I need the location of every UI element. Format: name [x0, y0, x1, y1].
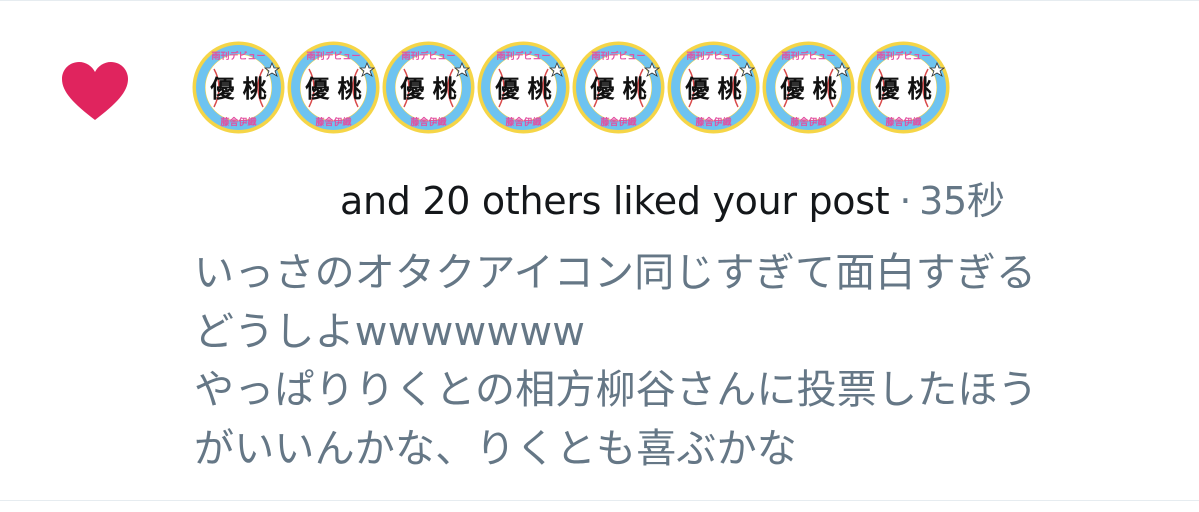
notification-line: and 20 others liked your post · 35秒 — [0, 176, 1199, 226]
tweet-line: がいいんかな、りくとも喜ぶかな — [194, 425, 797, 472]
svg-text:藤舎伊織: 藤舎伊織 — [695, 116, 731, 128]
avatar-badge-icon: 雨刊デビュー優 桃藤舎伊織 — [667, 41, 760, 134]
avatar-badge-icon: 雨刊デビュー優 桃藤舎伊織 — [857, 41, 950, 134]
liker-avatar[interactable]: 雨刊デビュー優 桃藤舎伊織 — [572, 41, 665, 134]
svg-text:藤舎伊織: 藤舎伊織 — [885, 116, 921, 128]
svg-text:藤舎伊織: 藤舎伊織 — [315, 116, 351, 128]
svg-text:雨刊デビュー: 雨刊デビュー — [496, 50, 550, 62]
svg-text:雨刊デビュー: 雨刊デビュー — [401, 50, 455, 62]
top-divider — [0, 0, 1199, 1]
liker-avatar[interactable]: 雨刊デビュー優 桃藤舎伊織 — [382, 41, 475, 134]
svg-text:雨刊デビュー: 雨刊デビュー — [591, 50, 645, 62]
liker-avatar[interactable]: 雨刊デビュー優 桃藤舎伊織 — [192, 41, 285, 134]
svg-text:藤舎伊織: 藤舎伊織 — [220, 116, 256, 128]
liker-avatar[interactable]: 雨刊デビュー優 桃藤舎伊織 — [667, 41, 760, 134]
liker-avatar[interactable]: 雨刊デビュー優 桃藤舎伊織 — [857, 41, 950, 134]
liker-avatar[interactable]: 雨刊デビュー優 桃藤舎伊織 — [762, 41, 855, 134]
svg-text:藤舎伊織: 藤舎伊織 — [505, 116, 541, 128]
avatar-badge-icon: 雨刊デビュー優 桃藤舎伊織 — [477, 41, 570, 134]
liker-avatar[interactable]: 雨刊デビュー優 桃藤舎伊織 — [477, 41, 570, 134]
svg-text:藤舎伊織: 藤舎伊織 — [410, 116, 446, 128]
avatar-badge-icon: 雨刊デビュー優 桃藤舎伊織 — [762, 41, 855, 134]
svg-text:優 桃: 優 桃 — [304, 74, 361, 103]
liker-avatars: 雨刊デビュー優 桃藤舎伊織 雨刊デビュー優 桃藤舎伊織 雨刊デビュー優 桃藤舎伊織雨… — [192, 41, 950, 135]
avatar-badge-icon: 雨刊デビュー優 桃藤舎伊織 — [572, 41, 665, 134]
notification-message: and 20 others liked your post — [340, 179, 890, 223]
tweet-line: いっさのオタクアイコン同じすぎて面白すぎる — [194, 250, 1037, 296]
separator-dot: · — [899, 179, 912, 223]
svg-text:優 桃: 優 桃 — [494, 74, 551, 103]
svg-text:優 桃: 優 桃 — [589, 74, 646, 103]
tweet-line: やっぱりりくとの相方柳谷さんに投票したほう — [194, 367, 1038, 413]
avatar-badge-icon: 雨刊デビュー優 桃藤舎伊織 — [382, 41, 475, 134]
avatar-badge-icon: 雨刊デビュー優 桃藤舎伊織 — [287, 41, 380, 134]
svg-text:優 桃: 優 桃 — [874, 74, 931, 103]
svg-text:藤舎伊織: 藤舎伊織 — [790, 116, 826, 128]
svg-text:優 桃: 優 桃 — [399, 74, 456, 103]
truncated-name-fade — [200, 176, 330, 226]
svg-text:雨刊デビュー: 雨刊デビュー — [306, 50, 360, 62]
svg-text:雨刊デビュー: 雨刊デビュー — [781, 50, 835, 62]
tweet-line: どうしよwwwwwww — [194, 308, 586, 355]
svg-text:藤舎伊織: 藤舎伊織 — [600, 116, 636, 128]
heart-icon — [62, 62, 128, 120]
avatar-badge-icon: 雨刊デビュー優 桃藤舎伊織 — [192, 41, 285, 134]
svg-text:雨刊デビュー: 雨刊デビュー — [876, 50, 930, 62]
tweet-text[interactable]: いっさのオタクアイコン同じすぎて面白すぎる どうしよwwwwwww やっぱりりく… — [194, 244, 1184, 478]
bottom-divider — [0, 500, 1199, 501]
timestamp[interactable]: 35秒 — [919, 179, 1005, 223]
svg-text:優 桃: 優 桃 — [779, 74, 836, 103]
svg-text:雨刊デビュー: 雨刊デビュー — [211, 50, 265, 62]
svg-text:雨刊デビュー: 雨刊デビュー — [686, 50, 740, 62]
liker-avatar[interactable]: 雨刊デビュー優 桃藤舎伊織 — [287, 41, 380, 134]
svg-text:優 桃: 優 桃 — [209, 74, 266, 103]
notification-text: and 20 others liked your post · 35秒 — [340, 178, 1005, 224]
svg-text:優 桃: 優 桃 — [684, 74, 741, 103]
